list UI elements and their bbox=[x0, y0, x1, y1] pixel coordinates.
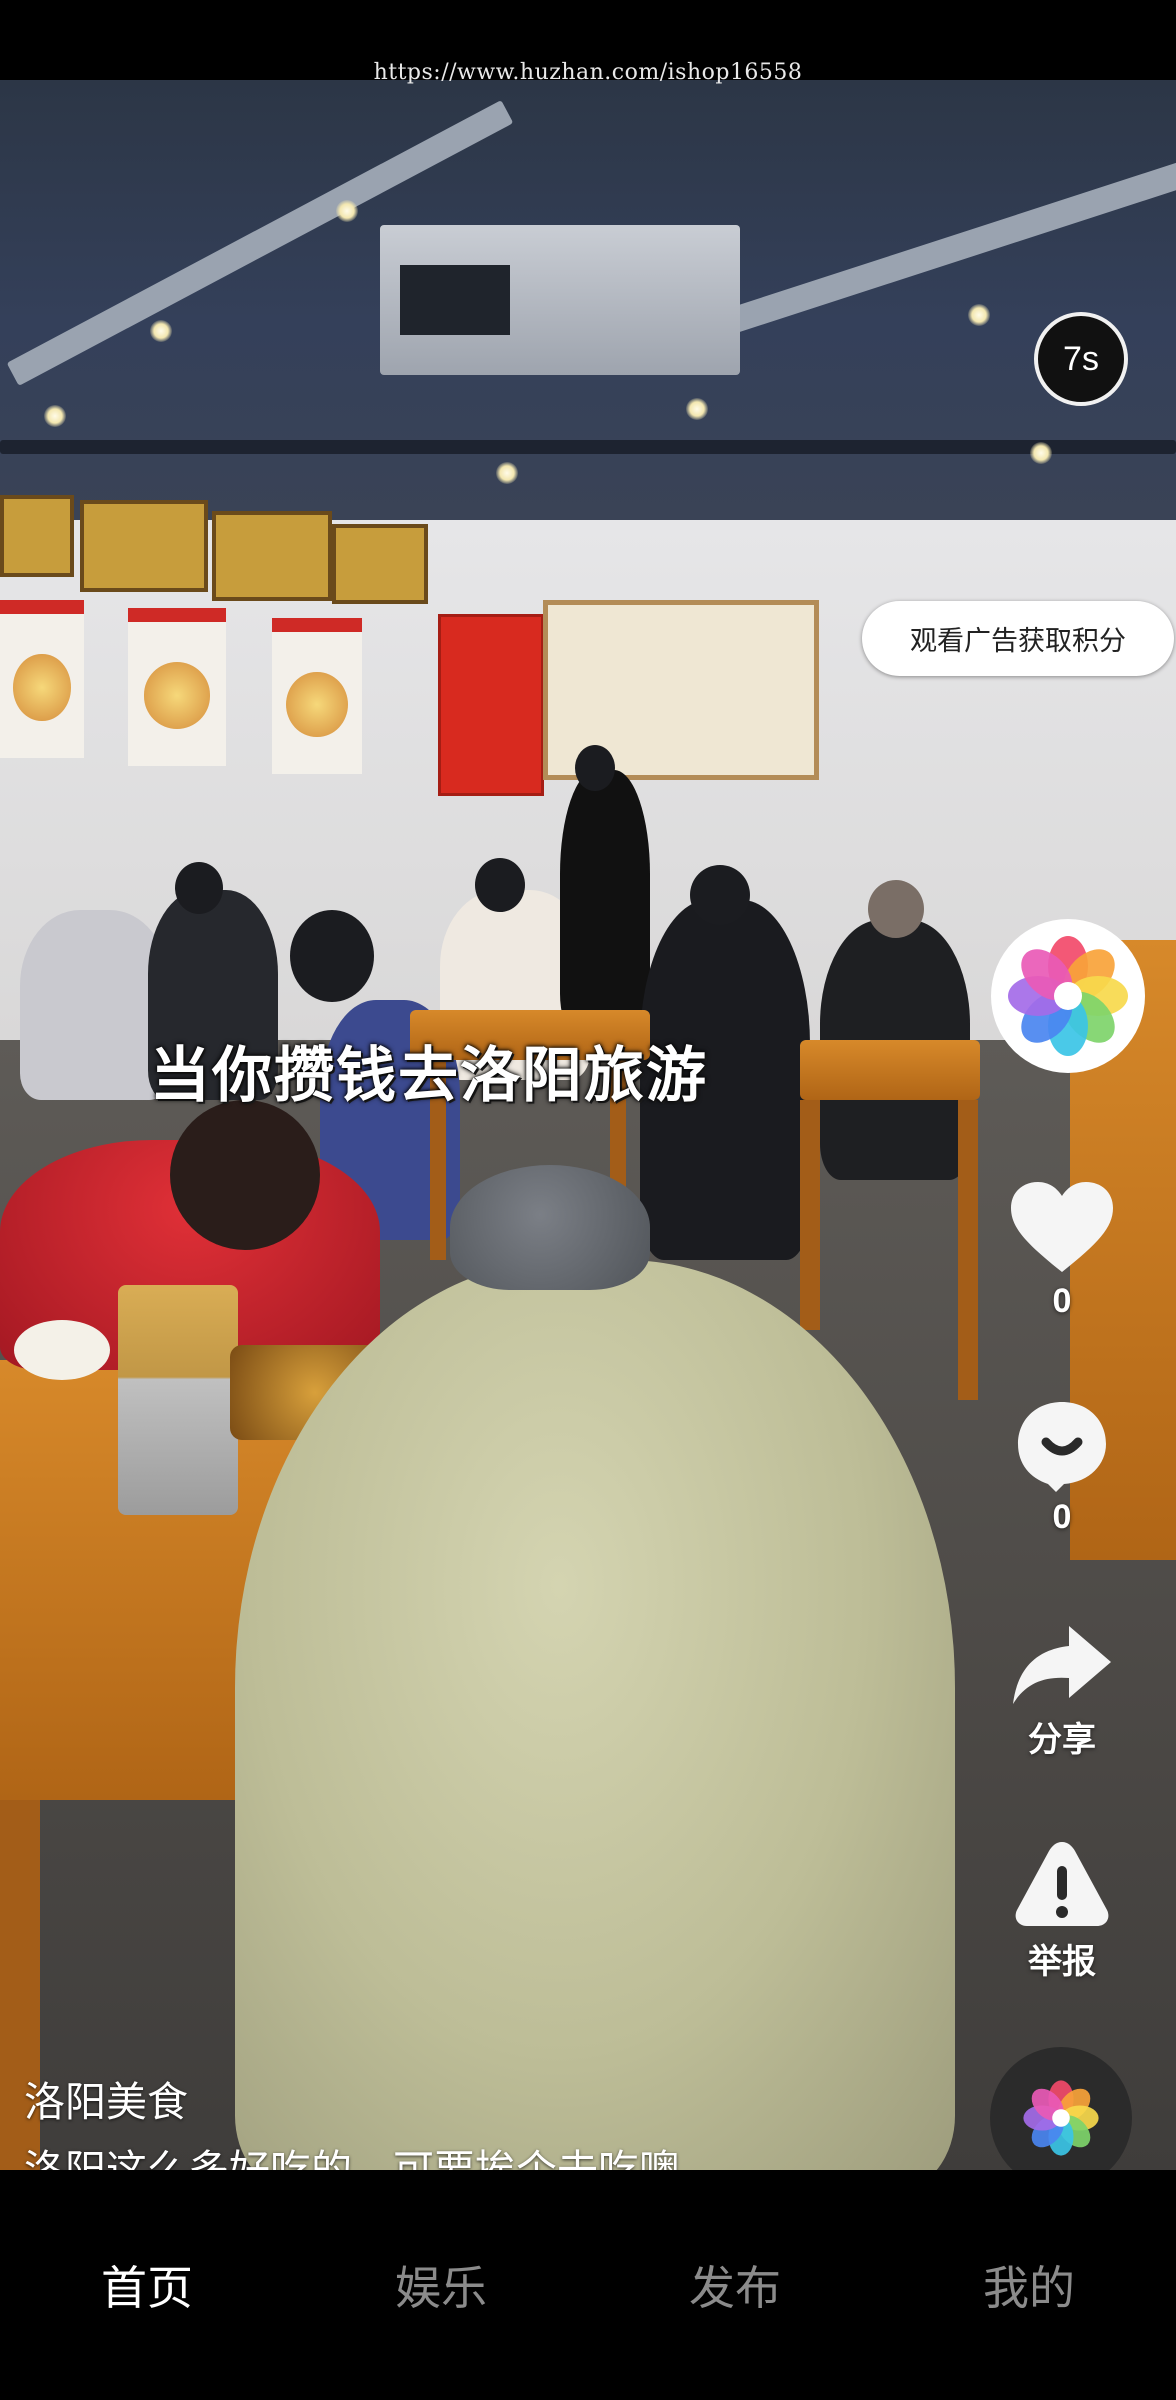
scene-head bbox=[575, 745, 615, 791]
scene-diner-green-coat bbox=[235, 1260, 955, 2170]
creator-avatar[interactable] bbox=[991, 919, 1145, 1073]
watch-ad-button[interactable]: 观看广告获取积分 bbox=[862, 601, 1174, 676]
scene-standing-person bbox=[560, 770, 650, 1030]
scene-lamp bbox=[968, 304, 990, 326]
nav-entertainment[interactable]: 娱乐 bbox=[294, 2170, 588, 2400]
scene-lamp bbox=[686, 398, 708, 420]
scene-poster bbox=[128, 608, 226, 766]
scene-plaque bbox=[212, 511, 332, 601]
video-caption: 当你攒钱去洛阳旅游 bbox=[150, 1041, 708, 1111]
pinwheel-center bbox=[1052, 2109, 1070, 2127]
scene-lamp bbox=[44, 405, 66, 427]
scene-head bbox=[868, 880, 924, 938]
pinwheel-center bbox=[1054, 982, 1082, 1010]
scene-head bbox=[290, 910, 374, 1002]
scene-plaque bbox=[0, 495, 74, 577]
scene-poster bbox=[272, 618, 362, 774]
scene-bowl bbox=[14, 1320, 110, 1380]
scene-chopstick-holder bbox=[118, 1285, 238, 1515]
scene-poster bbox=[0, 600, 84, 758]
bottom-nav: 首页 娱乐 发布 我的 bbox=[0, 2170, 1176, 2400]
scene-plaque bbox=[332, 524, 428, 604]
nav-profile[interactable]: 我的 bbox=[882, 2170, 1176, 2400]
video-player[interactable] bbox=[0, 80, 1176, 2170]
watermark-url: https://www.huzhan.com/ishop16558 bbox=[373, 60, 803, 85]
scene-head bbox=[690, 865, 750, 925]
scene-hat bbox=[450, 1165, 650, 1290]
scene-beam bbox=[0, 440, 1176, 454]
scene-head bbox=[170, 1100, 320, 1250]
scene-lamp bbox=[496, 462, 518, 484]
scene-table-leg bbox=[800, 1100, 820, 1330]
floating-pinwheel-button[interactable] bbox=[990, 2047, 1132, 2189]
nav-home[interactable]: 首页 bbox=[0, 2170, 294, 2400]
scene-head bbox=[475, 858, 525, 912]
pinwheel-icon bbox=[1023, 2080, 1099, 2156]
scene-plaque bbox=[80, 500, 208, 592]
scene-head bbox=[175, 862, 223, 914]
pinwheel-icon bbox=[1008, 936, 1128, 1056]
scene-lamp bbox=[336, 200, 358, 222]
author-name[interactable]: 洛阳美食 bbox=[24, 2068, 680, 2128]
scene-lamp bbox=[1030, 442, 1052, 464]
ad-countdown: 7s bbox=[1034, 312, 1128, 406]
scene-table-leg bbox=[958, 1100, 978, 1400]
scene-air-duct bbox=[380, 225, 740, 375]
scene-lamp bbox=[150, 320, 172, 342]
nav-publish[interactable]: 发布 bbox=[588, 2170, 882, 2400]
scene-red-board bbox=[438, 614, 544, 796]
